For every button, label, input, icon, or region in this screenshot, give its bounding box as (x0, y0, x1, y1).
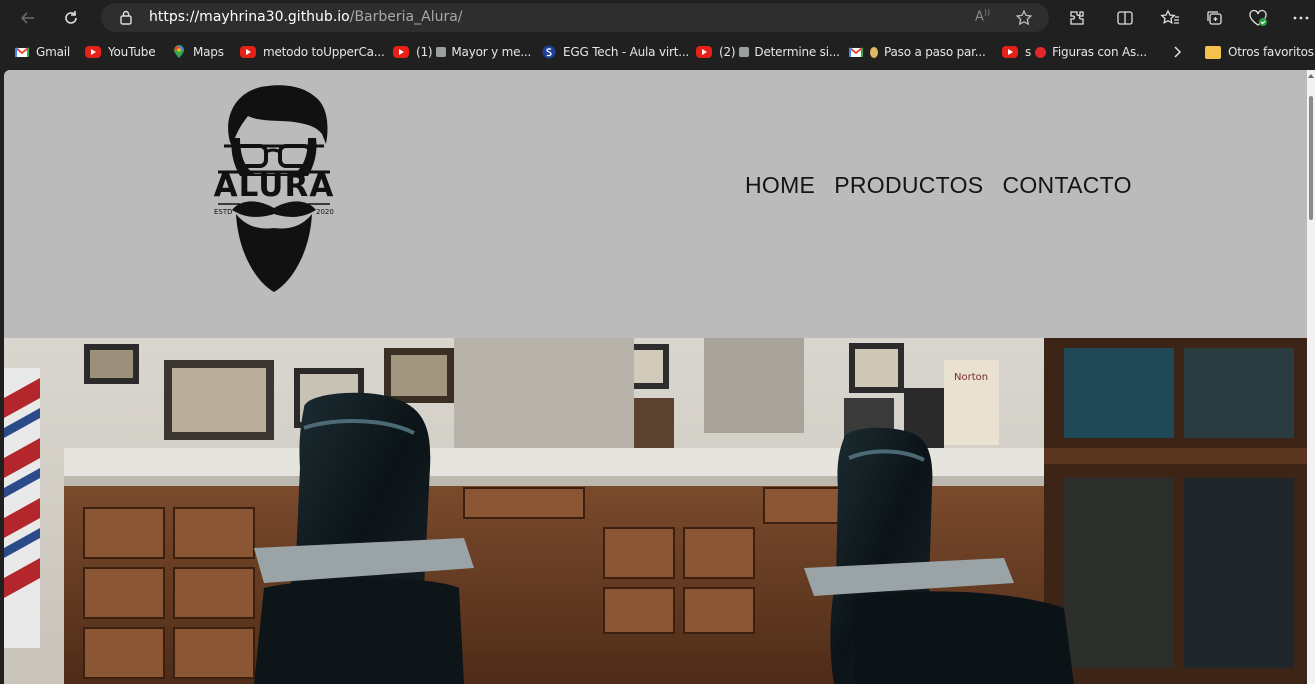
red-circle-icon (1035, 46, 1047, 58)
scroll-up-icon[interactable] (1308, 74, 1314, 78)
youtube-icon (393, 46, 409, 58)
maps-icon (174, 45, 184, 58)
other-favorites-folder[interactable]: Otros favoritos (1205, 43, 1314, 61)
gmail-icon (15, 47, 29, 57)
back-arrow-icon (20, 12, 34, 24)
browser-essentials-button[interactable] (1244, 4, 1272, 32)
bookmark-prefix: (1) (416, 45, 433, 59)
read-aloud-icon[interactable]: A)) (975, 8, 990, 24)
browser-essentials-icon (1249, 9, 1267, 26)
split-screen-icon (1117, 11, 1133, 25)
extensions-button[interactable] (1063, 4, 1091, 32)
bookmark-gmail[interactable]: Gmail (15, 43, 70, 61)
favorites-icon (1160, 9, 1179, 25)
split-screen-button[interactable] (1111, 4, 1139, 32)
reload-icon (65, 11, 77, 24)
more-button[interactable] (1287, 4, 1315, 32)
url-host: https://mayhrina30.github.io (149, 9, 350, 25)
star-icon[interactable] (1015, 9, 1033, 27)
bookmark-label: metodo toUpperCa... (263, 45, 385, 59)
puzzle-icon (1070, 11, 1084, 25)
bookmark-egg-tech[interactable]: EGG Tech - Aula virt... (542, 43, 689, 61)
page-scrollbar[interactable] (1307, 70, 1315, 684)
site-header: ALURA ESTD 2020 HOME PRODUCTOS CONTACTO (4, 70, 1307, 338)
gmail-icon (849, 47, 863, 57)
nav-productos[interactable]: PRODUCTOS (834, 172, 983, 199)
bookmark-label: Maps (193, 45, 224, 59)
bookmark-label: Determine si... (754, 45, 840, 59)
favorites-button[interactable] (1156, 4, 1184, 32)
bookmarks-bar: Gmail YouTube Maps metodo toUpperCa... (… (0, 36, 1315, 68)
logo-estd: ESTD (214, 208, 233, 216)
bookmark-youtube[interactable]: YouTube (85, 43, 156, 61)
scrollbar-thumb[interactable] (1309, 96, 1313, 220)
youtube-icon (240, 46, 256, 58)
bookmark-label: Mayor y me... (451, 45, 532, 59)
hero-barbershop-image: Norton (4, 338, 1307, 684)
other-favorites-label: Otros favoritos (1228, 45, 1314, 59)
collections-icon (1207, 11, 1222, 25)
bookmark-paso-a-paso[interactable]: Paso a paso par... (849, 43, 986, 61)
egg-icon (542, 45, 556, 59)
reload-button[interactable] (57, 4, 85, 32)
egg-emoji-icon (870, 46, 878, 58)
bookmark-metodo-touppercase[interactable]: metodo toUpperCa... (240, 43, 385, 61)
bookmark-mayor-y-menor[interactable]: (1) Mayor y me... (393, 43, 531, 61)
address-bar[interactable]: https://mayhrina30.github.io/Barberia_Al… (101, 3, 1049, 32)
bookmark-prefix: (2) (719, 45, 736, 59)
bookmark-figuras-con-asteriscos[interactable]: s Figuras con As... (1002, 43, 1147, 61)
bookmark-determine-si[interactable]: (2) Determine si... (696, 43, 840, 61)
bookmark-prefix: s (1025, 45, 1032, 59)
svg-text:Norton: Norton (954, 372, 988, 383)
nav-contacto[interactable]: CONTACTO (1002, 172, 1131, 199)
bookmark-label: Figuras con As... (1052, 45, 1147, 59)
youtube-icon (696, 46, 712, 58)
collections-button[interactable] (1200, 4, 1228, 32)
folder-icon (1205, 45, 1221, 59)
page-viewport: ALURA ESTD 2020 HOME PRODUCTOS CONTACTO (4, 70, 1307, 684)
more-icon (1293, 16, 1309, 20)
url-path: /Barberia_Alura/ (349, 9, 463, 25)
nav-home[interactable]: HOME (745, 172, 815, 199)
bookmark-label: Paso a paso par... (884, 45, 986, 59)
bookmarks-overflow-button[interactable] (1172, 43, 1182, 61)
url-text: https://mayhrina30.github.io/Barberia_Al… (149, 9, 463, 25)
logo-wordmark: ALURA (213, 168, 335, 204)
main-nav: HOME PRODUCTOS CONTACTO (745, 172, 1151, 199)
bookmark-emoji-icon (739, 47, 750, 57)
alura-barber-logo[interactable]: ALURA ESTD 2020 (210, 82, 338, 298)
bookmark-label: YouTube (108, 45, 156, 59)
bookmark-maps[interactable]: Maps (172, 43, 224, 61)
youtube-icon (1002, 46, 1018, 58)
chevron-right-icon (1174, 46, 1182, 58)
back-button[interactable] (14, 4, 42, 32)
bookmark-label: EGG Tech - Aula virt... (563, 45, 690, 59)
browser-toolbar: https://mayhrina30.github.io/Barberia_Al… (0, 0, 1315, 36)
barbershop-interior-photo: Norton (4, 338, 1307, 684)
youtube-icon (85, 46, 101, 58)
lock-icon (120, 10, 132, 25)
bookmark-emoji-icon (436, 47, 447, 57)
bookmark-label: Gmail (36, 45, 71, 59)
logo-year: 2020 (316, 208, 334, 216)
